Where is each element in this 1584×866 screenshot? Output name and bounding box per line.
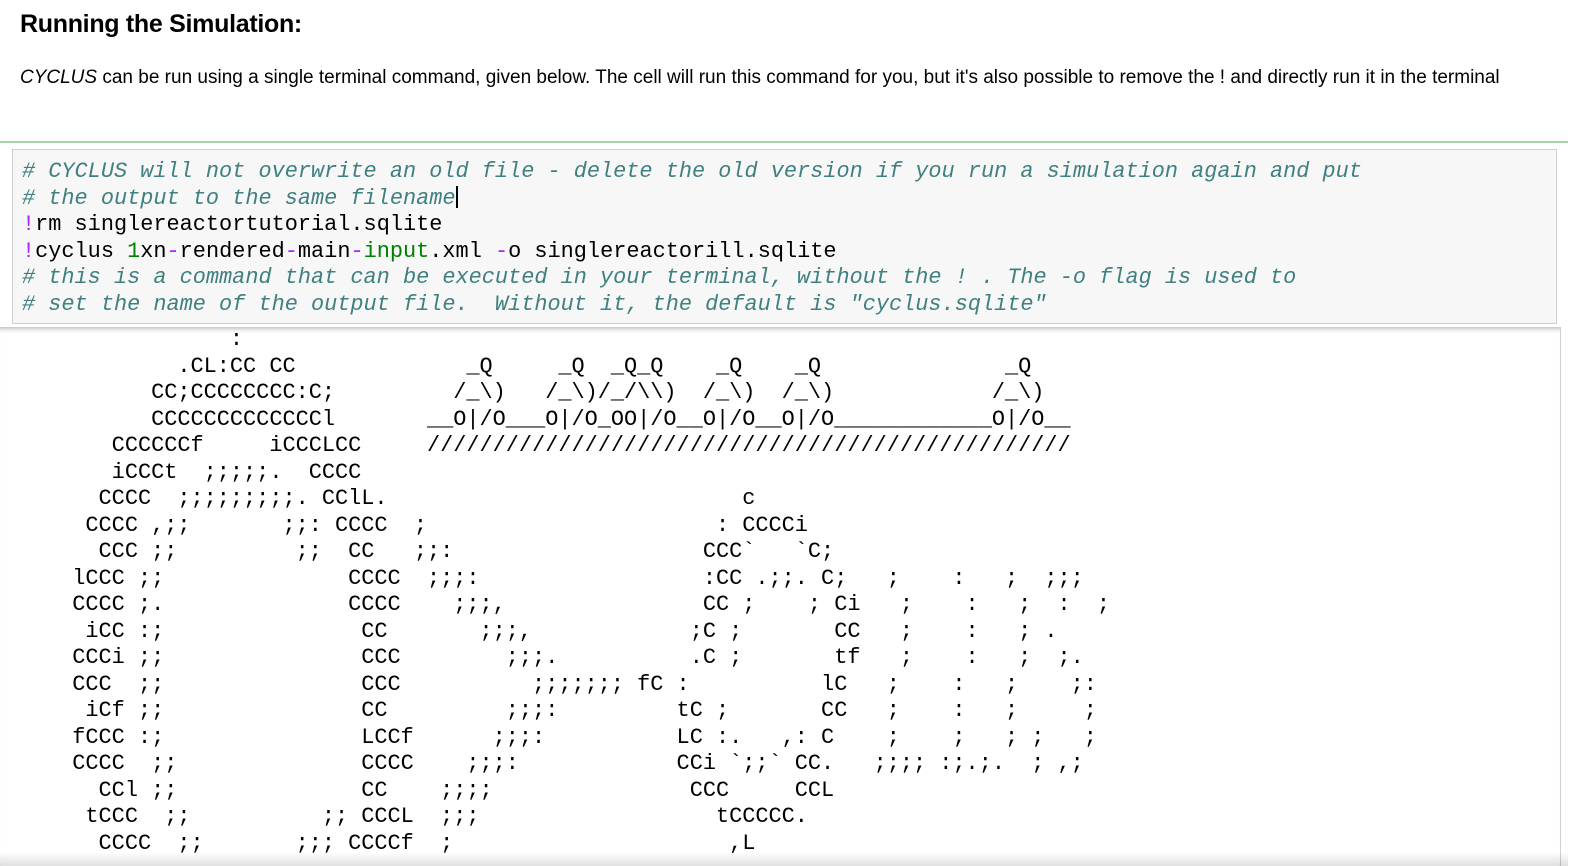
shell-command: rm singlereactortutorial.sqlite (35, 212, 443, 238)
text-cursor (455, 185, 458, 208)
output-line: iCCCt ;;;;;. CCCC (46, 459, 362, 485)
shell-command: cyclus (35, 238, 128, 264)
output-line: iCC :; CC ;;;, ;C ; CC ; : ; . (46, 618, 1058, 644)
output-line: CCl ;; CC ;;;; CCC CCL (46, 777, 835, 803)
code-operator: - (166, 238, 180, 264)
notebook-page: Running the Simulation: CYCLUS can be ru… (0, 0, 1584, 866)
code-comment-text: # the output to the same filename (22, 185, 456, 211)
code-token: .xml (429, 238, 495, 264)
code-comment-line: # this is a command that can be executed… (22, 265, 1297, 291)
output-line: CCCC ;;;;;;;;;. CClL. c (46, 486, 756, 511)
code-comment-line: # CYCLUS will not overwrite an old file … (22, 159, 1362, 184)
code-token: o singlereactorill.sqlite (508, 238, 837, 264)
output-line: CCCC ;. CCCC ;;;, CC ; ; Ci ; : ; : ; (46, 592, 1111, 617)
output-line: fCCC :; LCCf ;;;: LC :. ,: C ; ; ; ; ; (46, 724, 1097, 750)
code-cell-editor[interactable]: # CYCLUS will not overwrite an old file … (12, 149, 1557, 324)
output-line: : (46, 327, 244, 352)
code-comment-line: # set the name of the output file. Witho… (22, 291, 1047, 317)
code-operator: - (350, 238, 364, 264)
cyclus-emphasis: CYCLUS (20, 67, 98, 88)
markdown-paragraph: CYCLUS can be run using a single termina… (20, 62, 1560, 93)
markdown-cell[interactable]: Running the Simulation: CYCLUS can be ru… (20, 6, 1560, 88)
code-operator: - (284, 238, 298, 264)
shell-bang: ! (22, 212, 36, 238)
output-scrollbar[interactable] (1560, 327, 1568, 866)
code-token: xn (140, 238, 167, 264)
output-line: CCCC ,;; ;;: CCCC ; : CCCCi (46, 512, 808, 538)
output-line: CCCCCCCCCCCCCl __O|/O___O|/O_OO|/O__O|/O… (46, 406, 1071, 432)
code-number: 1 (127, 238, 141, 264)
output-line: CCCC ;; CCCC ;;;: CCi `;;` CC. ;;;; :;.;… (46, 751, 1084, 776)
output-line: iCf ;; CC ;;;: tC ; CC ; : ; ; (46, 698, 1097, 723)
output-line: lCCC ;; CCCC ;;;: :CC .;;. C; ; : ; ;;; (46, 565, 1084, 591)
code-shell-line: !cyclus 1xn-rendered-main-input.xml -o s… (22, 239, 1362, 266)
bottom-shadow (0, 852, 1568, 866)
cell-output-area[interactable]: : .CL:CC CC _Q _Q _Q_Q _Q _Q _Q CC;CCCCC… (0, 327, 1560, 866)
shell-bang: ! (22, 238, 36, 264)
output-line: CC;CCCCCCCC:C; /_\) /_\)/_/\\) /_\) /_\)… (46, 380, 1045, 405)
code-token: rendered (179, 238, 285, 264)
code-input[interactable]: # CYCLUS will not overwrite an old file … (22, 159, 1362, 319)
cyclus-ascii-art-output: : .CL:CC CC _Q _Q _Q_Q _Q _Q _Q CC;CCCCC… (46, 327, 1110, 857)
code-shell-line: !rm singlereactortutorial.sqlite (22, 212, 1362, 239)
code-comment-line: # the output to the same filename (22, 185, 1362, 213)
code-builtin: input (363, 238, 430, 264)
output-line: CCC ;; ;; CC ;;: CCC` `C; (46, 539, 835, 564)
output-line: .CL:CC CC _Q _Q _Q_Q _Q _Q _Q (46, 353, 1032, 379)
code-token: main (297, 238, 351, 264)
selected-cell-divider (0, 141, 1568, 143)
section-heading: Running the Simulation: (20, 10, 302, 38)
output-line: tCCC ;; ;; CCCL ;;; tCCCCC. (46, 804, 808, 829)
code-operator: - (494, 238, 509, 264)
paragraph-text: can be run using a single terminal comma… (97, 67, 1500, 88)
output-line: CCCi ;; CCC ;;;. .C ; tf ; : ; ;. (46, 645, 1084, 670)
output-line: CCC ;; CCC ;;;;;;; fC : lC ; : ; ;: (46, 671, 1097, 697)
output-line: CCCCCCf iCCCLCC ////////////////////////… (46, 433, 1071, 458)
